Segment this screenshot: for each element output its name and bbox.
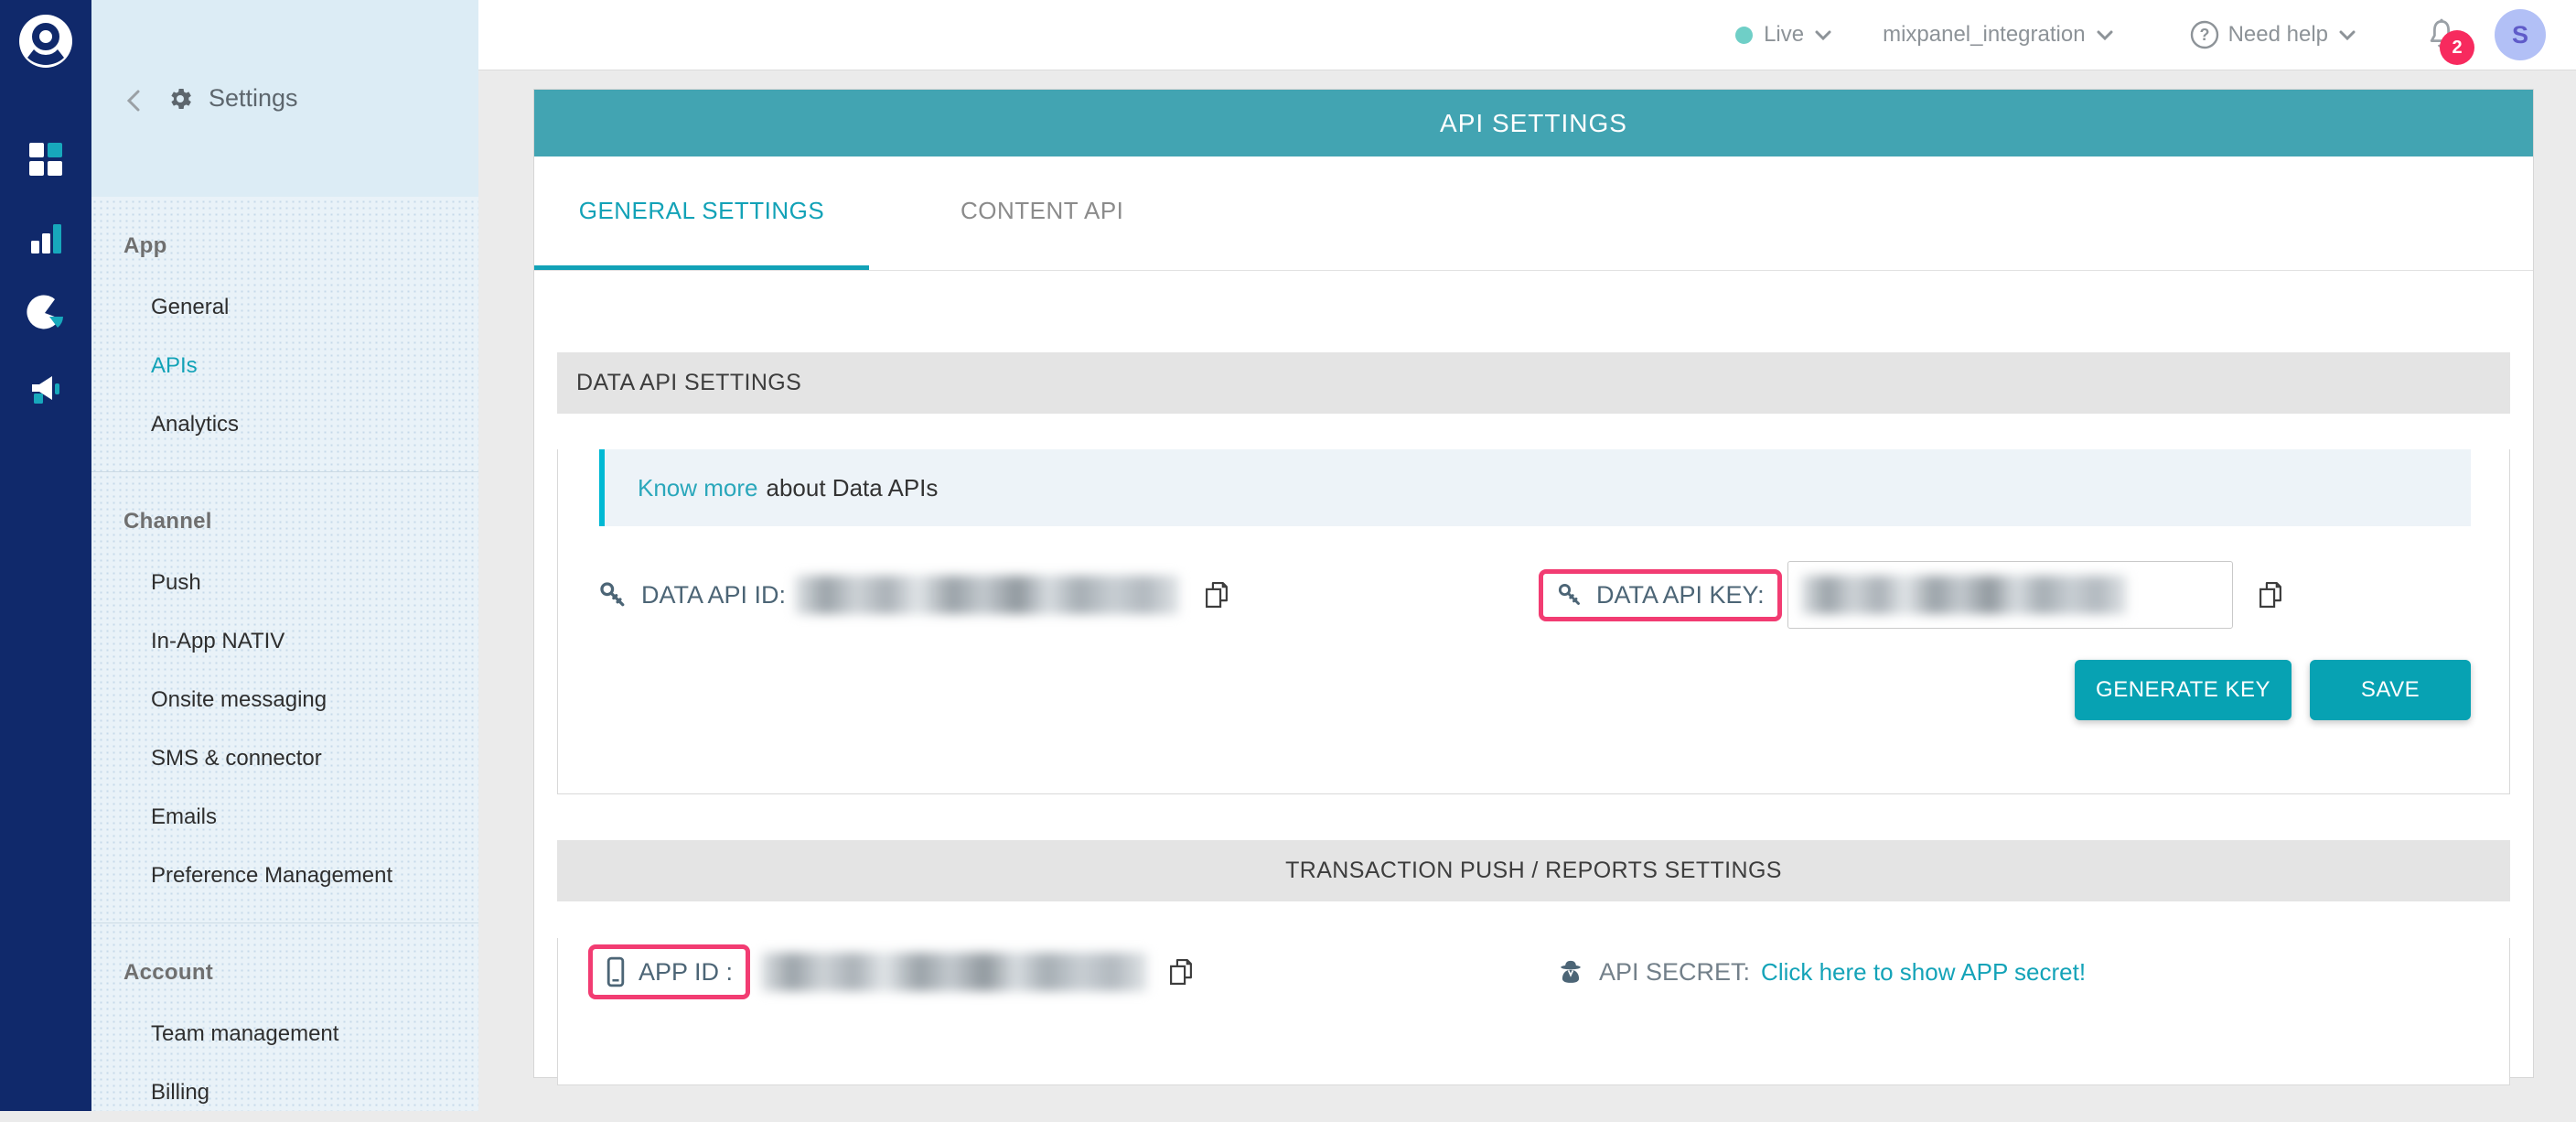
sidebar-title: Settings xyxy=(209,84,298,113)
project-selector[interactable]: mixpanel_integration xyxy=(1883,22,2112,48)
help-question-icon: ? xyxy=(2190,20,2219,49)
sidebar-header: Settings xyxy=(91,0,478,197)
banner-text: about Data APIs xyxy=(767,474,939,502)
data-api-id-field: DATA API ID: xyxy=(597,576,1230,614)
help-label: Need help xyxy=(2228,22,2328,48)
app-id-field: APP ID : xyxy=(588,944,1195,999)
chevron-down-icon xyxy=(2097,30,2113,40)
sidebar-section-account: Account Team management Billing xyxy=(91,923,478,1122)
chevron-down-icon xyxy=(2339,30,2356,40)
section-header: TRANSACTION PUSH / REPORTS SETTINGS xyxy=(557,840,2510,901)
secret-spy-icon xyxy=(1555,956,1586,987)
notification-badge: 2 xyxy=(2440,30,2474,65)
data-api-key-label: DATA API KEY: xyxy=(1596,581,1765,610)
key-icon xyxy=(1556,581,1583,609)
sidebar-item-sms-connector[interactable]: SMS & connector xyxy=(91,729,478,788)
sidebar-item-general[interactable]: General xyxy=(91,278,478,337)
section-label: Account xyxy=(91,955,478,991)
data-api-key-input[interactable] xyxy=(1787,561,2233,629)
mobile-phone-icon xyxy=(606,956,626,987)
gear-icon xyxy=(166,85,194,113)
data-api-id-label: DATA API ID: xyxy=(641,581,786,610)
analytics-bars-icon[interactable] xyxy=(27,221,64,257)
help-menu[interactable]: ? Need help xyxy=(2190,20,2356,49)
api-secret-field: API SECRET: Click here to show APP secre… xyxy=(1555,956,2086,987)
sidebar-item-onsite-messaging[interactable]: Onsite messaging xyxy=(91,671,478,729)
app-root: Settings App General APIs Analytics Chan… xyxy=(0,0,2576,1111)
main-area: Live mixpanel_integration ? Need xyxy=(478,0,2576,1111)
sidebar-item-preference-management[interactable]: Preference Management xyxy=(91,847,478,905)
sidebar-item-inapp-nativ[interactable]: In-App NATIV xyxy=(91,612,478,671)
tab-content-api[interactable]: CONTENT API xyxy=(950,156,1134,270)
environment-selector[interactable]: Live xyxy=(1735,22,1831,48)
icon-rail xyxy=(0,0,91,1111)
topbar: Live mixpanel_integration ? Need xyxy=(478,0,2576,70)
sidebar-item-push[interactable]: Push xyxy=(91,554,478,612)
svg-text:?: ? xyxy=(2199,26,2209,44)
section-label: App xyxy=(91,228,478,264)
sidebar-item-team-management[interactable]: Team management xyxy=(91,1005,478,1063)
project-name: mixpanel_integration xyxy=(1883,22,2085,48)
chevron-down-icon xyxy=(1815,30,1831,40)
copy-icon[interactable] xyxy=(1203,579,1230,610)
environment-label: Live xyxy=(1764,22,1804,48)
sidebar-section-channel: Channel Push In-App NATIV Onsite messagi… xyxy=(91,472,478,923)
settings-sidebar: Settings App General APIs Analytics Chan… xyxy=(91,0,478,1111)
sidebar-item-emails[interactable]: Emails xyxy=(91,788,478,847)
page-title: API SETTINGS xyxy=(534,90,2533,156)
dashboard-grid-icon[interactable] xyxy=(27,141,64,178)
api-secret-label: API SECRET: xyxy=(1599,958,1750,987)
app-id-label: APP ID : xyxy=(639,958,733,987)
sidebar-section-app: App General APIs Analytics xyxy=(91,197,478,472)
transaction-settings-section: TRANSACTION PUSH / REPORTS SETTINGS xyxy=(557,840,2510,1085)
copy-icon[interactable] xyxy=(1167,956,1195,987)
data-api-key-highlight-box: DATA API KEY: xyxy=(1539,569,1782,621)
live-status-dot xyxy=(1735,27,1753,44)
data-api-id-redacted-value xyxy=(795,576,1179,614)
data-api-key-redacted-value xyxy=(1801,576,2127,614)
notifications-bell[interactable]: 2 xyxy=(2425,17,2458,52)
campaigns-megaphone-icon[interactable] xyxy=(27,371,65,409)
show-app-secret-link[interactable]: Click here to show APP secret! xyxy=(1761,958,2086,987)
app-id-redacted-value xyxy=(761,953,1147,991)
brand-logo[interactable] xyxy=(19,15,72,68)
data-api-settings-section: DATA API SETTINGS Know more about Data A… xyxy=(557,352,2510,794)
back-chevron-icon[interactable] xyxy=(124,90,143,108)
section-label: Channel xyxy=(91,503,478,540)
sidebar-item-apis[interactable]: APIs xyxy=(91,337,478,395)
section-header: DATA API SETTINGS xyxy=(557,352,2510,414)
api-settings-card: API SETTINGS GENERAL SETTINGS CONTENT AP… xyxy=(533,89,2534,1078)
reports-pie-icon[interactable] xyxy=(27,294,65,332)
data-api-key-field: DATA API KEY: xyxy=(1539,561,2284,629)
copy-icon[interactable] xyxy=(2257,579,2284,610)
save-button[interactable]: SAVE xyxy=(2310,660,2471,720)
sidebar-item-analytics[interactable]: Analytics xyxy=(91,395,478,454)
generate-key-button[interactable]: GENERATE KEY xyxy=(2075,660,2292,720)
app-id-highlight-box: APP ID : xyxy=(588,944,750,999)
user-avatar[interactable]: S xyxy=(2495,9,2546,60)
know-more-link[interactable]: Know more xyxy=(638,474,758,502)
key-icon xyxy=(597,579,628,610)
info-banner: Know more about Data APIs xyxy=(599,449,2471,526)
tab-bar: GENERAL SETTINGS CONTENT API xyxy=(534,156,2533,271)
sidebar-item-billing[interactable]: Billing xyxy=(91,1063,478,1122)
tab-general-settings[interactable]: GENERAL SETTINGS xyxy=(534,156,869,270)
